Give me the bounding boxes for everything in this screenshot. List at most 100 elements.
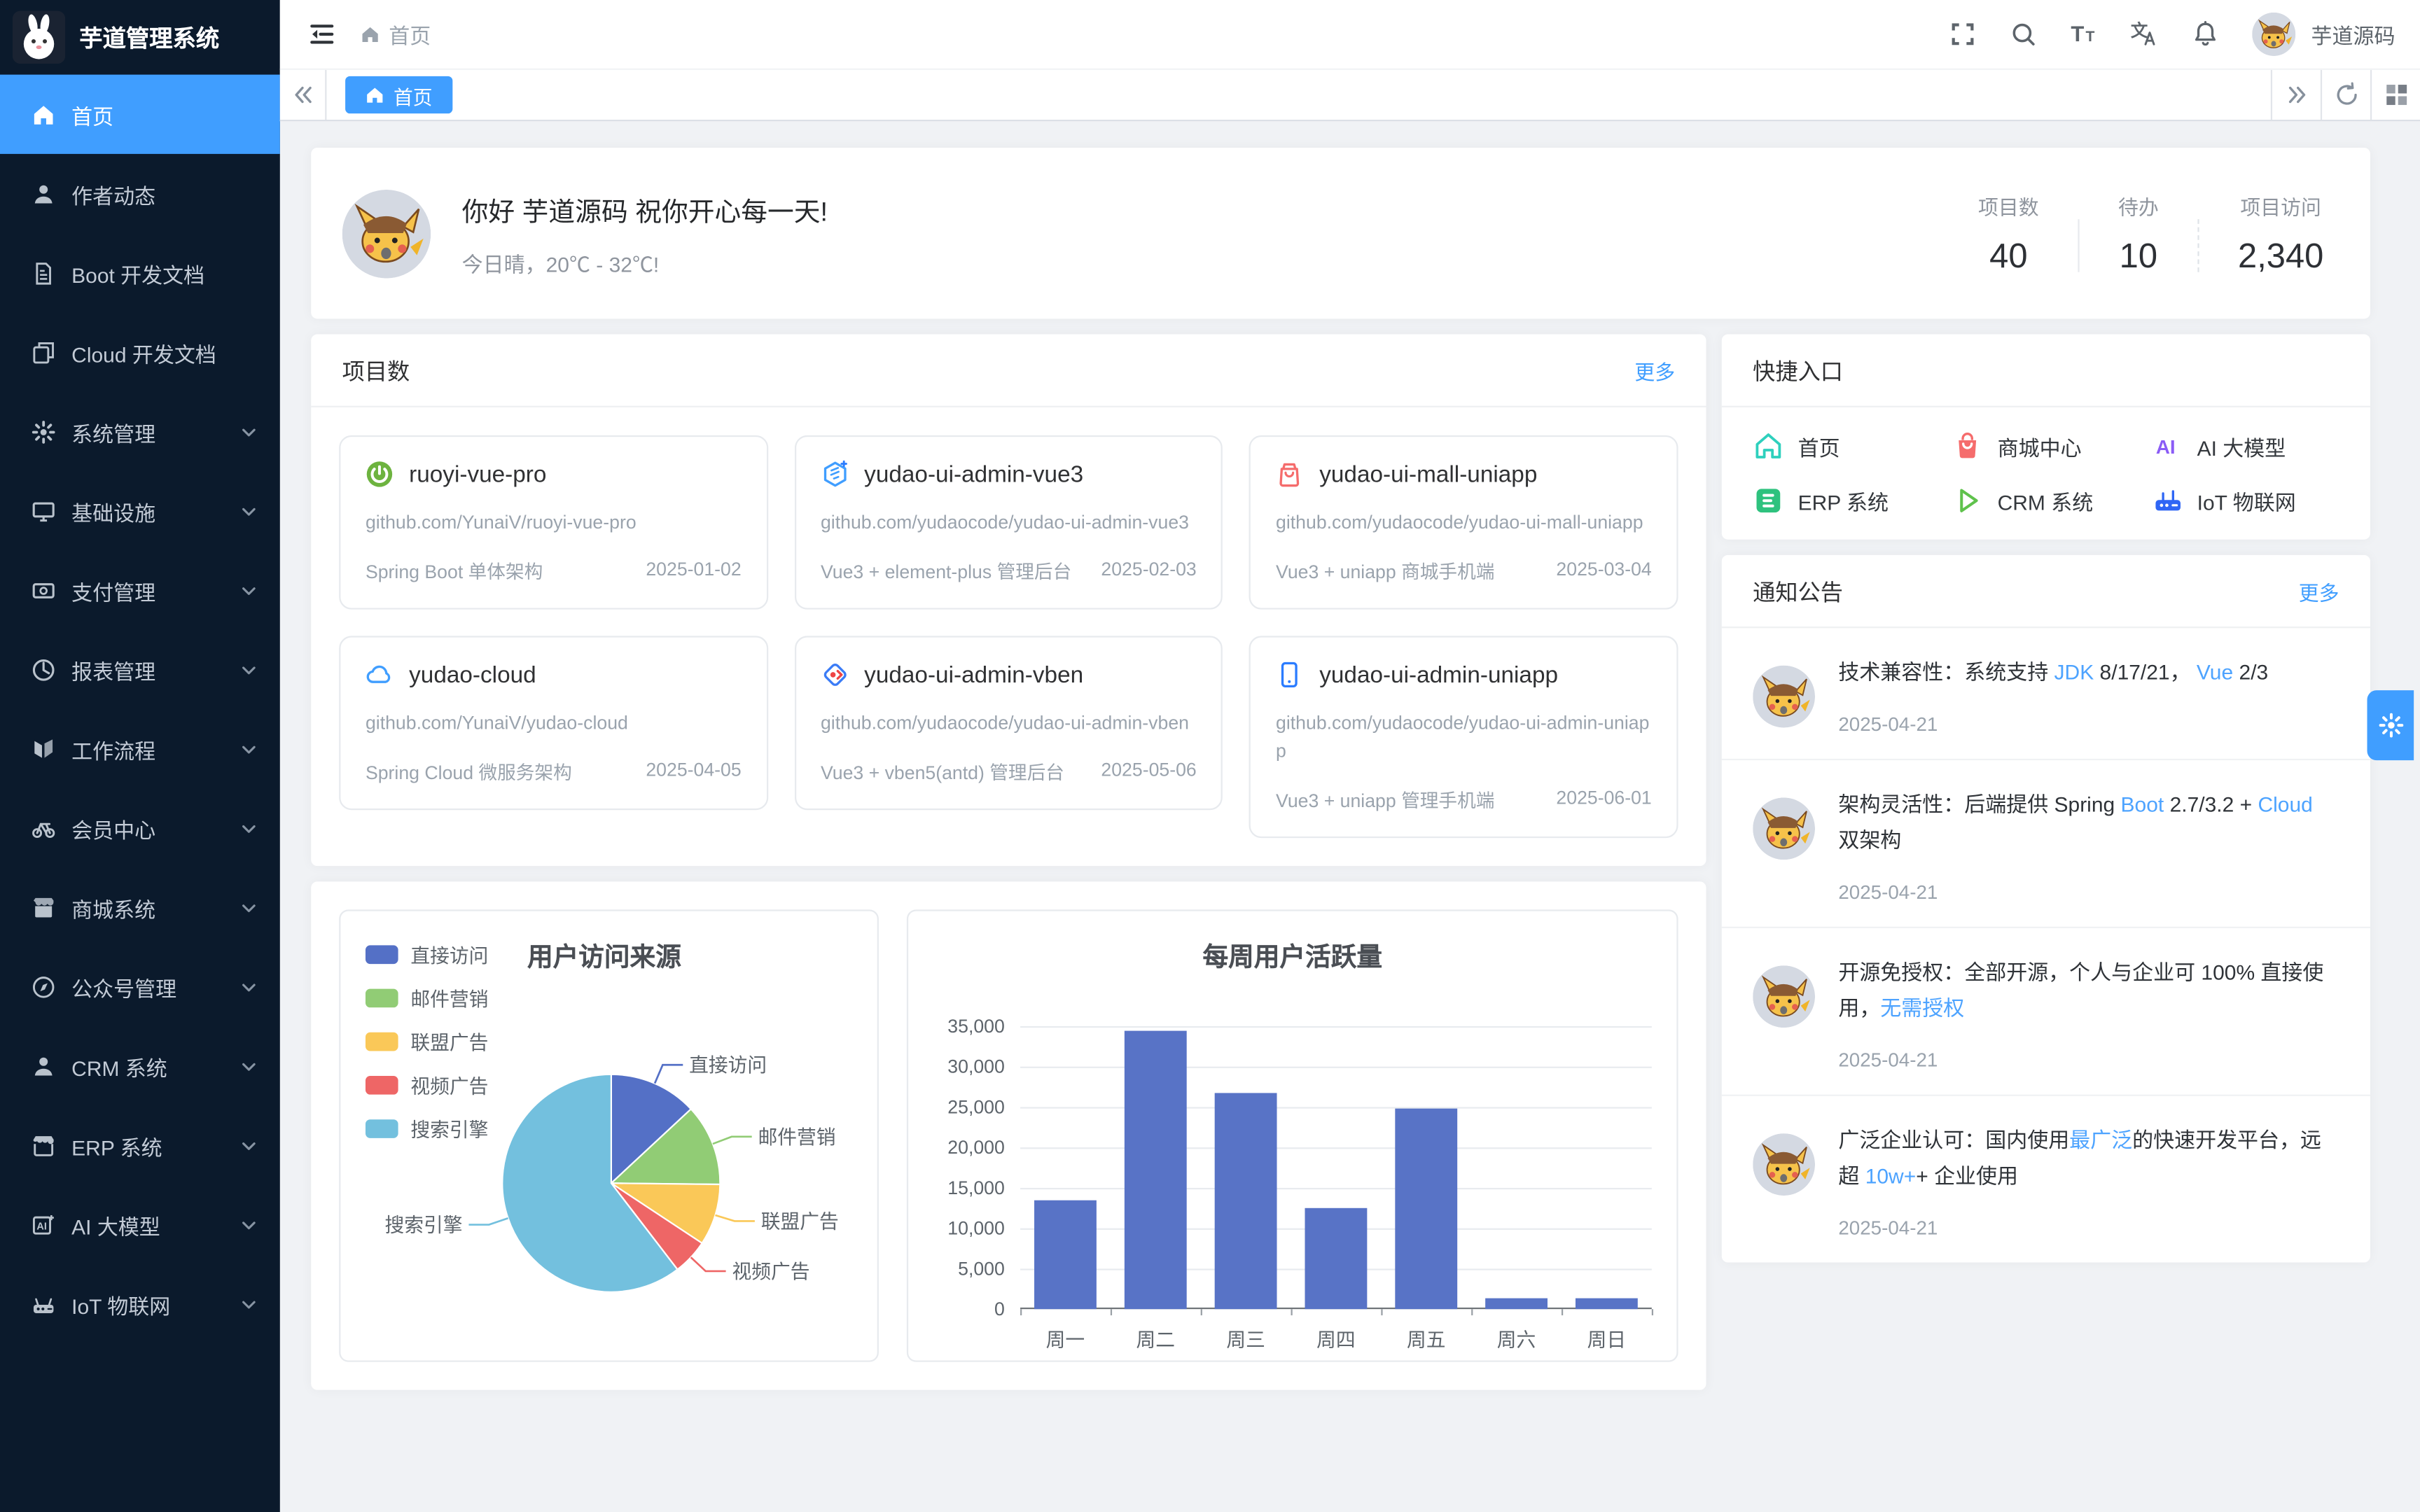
compass-icon <box>31 974 56 1000</box>
sidebar-item-crm[interactable]: CRM 系统 <box>0 1026 280 1105</box>
y-axis-tick: 20,000 <box>947 1137 1005 1158</box>
sidebar-item-ai[interactable]: AIAI 大模型 <box>0 1184 280 1264</box>
content-columns: 项目数 更多 ruoyi-vue-progithub.com/YunaiV/ru… <box>311 335 2370 1390</box>
pie-callout-label: 邮件营销 <box>758 1126 836 1148</box>
pie-callout-label: 直接访问 <box>689 1054 767 1076</box>
settings-button[interactable] <box>2367 690 2414 760</box>
p-spring-icon <box>366 460 394 488</box>
sidebar-item-label: CRM 系统 <box>71 1050 167 1081</box>
project-card-ruoyi-vue-pro[interactable]: ruoyi-vue-progithub.com/YunaiV/ruoyi-vue… <box>339 435 767 610</box>
refresh-tab-button[interactable] <box>2321 70 2370 120</box>
quick-entry-card: 快捷入口 首页商城中心AIAI 大模型ERP 系统CRM 系统IoT 物联网 <box>1722 335 2370 540</box>
tab-bar: 首页 <box>280 69 2420 122</box>
tab-options-button[interactable] <box>2370 70 2420 120</box>
project-desc: Vue3 + uniapp 商城手机端 <box>1276 558 1494 584</box>
notice-avatar <box>1753 797 1815 860</box>
y-axis-tick: 25,000 <box>947 1096 1005 1118</box>
quick-entry-IoT 物联网[interactable]: IoT 物联网 <box>2152 485 2339 516</box>
x-axis-tick <box>1020 1309 1022 1315</box>
sidebar-item-system[interactable]: 系统管理 <box>0 392 280 471</box>
sidebar-item-cloud-doc[interactable]: Cloud 开发文档 <box>0 312 280 391</box>
project-name-row: yudao-cloud <box>366 661 742 689</box>
right-column: 快捷入口 首页商城中心AIAI 大模型ERP 系统CRM 系统IoT 物联网 通… <box>1722 335 2370 1390</box>
project-date: 2025-05-06 <box>1101 759 1196 785</box>
sidebar-item-workflow[interactable]: 工作流程 <box>0 709 280 788</box>
sidebar-item-infra[interactable]: 基础设施 <box>0 471 280 550</box>
project-name-row: yudao-ui-mall-uniapp <box>1276 460 1652 488</box>
breadcrumb: 首页 <box>361 19 431 50</box>
project-url: github.com/YunaiV/ruoyi-vue-pro <box>366 508 742 536</box>
project-card-yudao-ui-admin-vben[interactable]: yudao-ui-admin-vbengithub.com/yudaocode/… <box>794 636 1223 810</box>
notices-more-link[interactable]: 更多 <box>2299 576 2339 606</box>
notices-list: 技术兼容性：系统支持 JDK 8/17/21， Vue 2/32025-04-2… <box>1722 628 2370 1261</box>
pie-callout-label: 联盟广告 <box>761 1210 839 1232</box>
project-url: github.com/yudaocode/yudao-ui-mall-uniap… <box>1276 508 1652 536</box>
project-card-yudao-ui-admin-vue3[interactable]: yudao-ui-admin-vue3github.com/yudaocode/… <box>794 435 1223 610</box>
sidebar-item-mall[interactable]: 商城系统 <box>0 867 280 946</box>
quick-entry-AI 大模型[interactable]: AIAI 大模型 <box>2152 430 2339 461</box>
font-size-icon[interactable]: TT <box>2070 20 2098 48</box>
quick-entry-CRM 系统[interactable]: CRM 系统 <box>1952 485 2139 516</box>
sidebar-item-label: 系统管理 <box>71 416 155 447</box>
sidebar-item-home[interactable]: 首页 <box>0 75 280 154</box>
tabbar-spacer <box>452 70 2270 120</box>
sidebar-item-label: 会员中心 <box>71 813 155 844</box>
bell-icon[interactable] <box>2192 20 2220 48</box>
quick-entry-商城中心[interactable]: 商城中心 <box>1952 430 2139 461</box>
language-icon[interactable]: 文 <box>2131 20 2159 48</box>
user-avatar[interactable] <box>2252 13 2295 56</box>
notice-date: 2025-04-21 <box>1838 881 2339 903</box>
sidebar-item-report[interactable]: 报表管理 <box>0 630 280 709</box>
fullscreen-icon[interactable] <box>1949 20 1977 48</box>
project-card-yudao-ui-admin-uniapp[interactable]: yudao-ui-admin-uniappgithub.com/yudaocod… <box>1249 636 1678 838</box>
stat-value: 2,340 <box>2238 235 2323 276</box>
tab-home[interactable]: 首页 <box>345 76 452 113</box>
quick-entry-首页[interactable]: 首页 <box>1753 430 1940 461</box>
sidebar-item-label: 支付管理 <box>71 575 155 606</box>
sidebar-item-boot-doc[interactable]: Boot 开发文档 <box>0 233 280 312</box>
project-desc: Spring Boot 单体架构 <box>366 558 543 584</box>
bar-周日 <box>1576 1298 1638 1309</box>
sidebar-item-label: 工作流程 <box>71 733 155 764</box>
monitor-icon <box>31 498 56 524</box>
chevron-down-icon <box>239 818 258 837</box>
chevron-down-icon <box>239 501 258 520</box>
sidebar-item-iot[interactable]: IoT 物联网 <box>0 1264 280 1343</box>
notice-item[interactable]: 开源免授权：全部开源，个人与企业可 100% 直接使用，无需授权2025-04-… <box>1722 926 2370 1094</box>
project-card-yudao-cloud[interactable]: yudao-cloudgithub.com/YunaiV/yudao-cloud… <box>339 636 767 810</box>
x-axis-tick <box>1291 1309 1293 1315</box>
chevron-down-icon <box>239 422 258 441</box>
sidebar-item-erp[interactable]: ERP 系统 <box>0 1105 280 1184</box>
notice-avatar <box>1753 965 1815 1028</box>
stat-label: 项目数 <box>1978 190 2039 220</box>
sidebar-item-label: IoT 物联网 <box>71 1288 170 1319</box>
collapse-menu-icon[interactable] <box>308 20 336 48</box>
sidebar-item-member[interactable]: 会员中心 <box>0 788 280 867</box>
project-name: yudao-cloud <box>409 662 536 688</box>
app-logo[interactable]: 芋道管理系统 <box>0 0 280 75</box>
project-card-yudao-ui-mall-uniapp[interactable]: yudao-ui-mall-uniapp github.com/yudaocode… <box>1249 435 1678 610</box>
sidebar-item-author[interactable]: 作者动态 <box>0 154 280 233</box>
notice-item[interactable]: 技术兼容性：系统支持 JDK 8/17/21， Vue 2/32025-04-2… <box>1722 628 2370 758</box>
svg-text:T: T <box>2085 29 2094 45</box>
project-meta: Spring Cloud 微服务架构2025-04-05 <box>366 759 742 785</box>
search-icon[interactable] <box>2010 20 2038 48</box>
gridline <box>1020 1188 1652 1189</box>
p-vue3-icon <box>821 460 849 488</box>
quick-entry-ERP 系统[interactable]: ERP 系统 <box>1753 485 1940 516</box>
projects-more-link[interactable]: 更多 <box>1634 356 1675 385</box>
scroll-tabs-left-button[interactable] <box>280 70 327 120</box>
rabbit-logo-icon <box>13 11 66 64</box>
sidebar-item-pay[interactable]: 支付管理 <box>0 550 280 629</box>
sidebar-item-mp[interactable]: 公众号管理 <box>0 947 280 1026</box>
pie-chart: 直接访问邮件营销联盟广告视频广告搜索引擎 <box>378 950 844 1416</box>
username[interactable]: 芋道源码 <box>2311 19 2395 50</box>
main-column: 首页 TT文 芋道源码 首页 你好 芋道源码 祝你开心每一天 <box>280 0 2420 1512</box>
sidebar-item-label: 首页 <box>71 99 113 130</box>
project-meta: Vue3 + uniapp 商城手机端2025-03-04 <box>1276 558 1652 584</box>
welcome-texts: 你好 芋道源码 祝你开心每一天! 今日晴，20℃ - 32℃! <box>462 189 828 278</box>
quick-entry-label: IoT 物联网 <box>2197 485 2296 516</box>
notice-item[interactable]: 架构灵活性：后端提供 Spring Boot 2.7/3.2 + Cloud 双… <box>1722 759 2370 927</box>
scroll-tabs-right-button[interactable] <box>2271 70 2321 120</box>
notice-item[interactable]: 广泛企业认可：国内使用最广泛的快速开发平台，远超 10w++ 企业使用2025-… <box>1722 1094 2370 1262</box>
